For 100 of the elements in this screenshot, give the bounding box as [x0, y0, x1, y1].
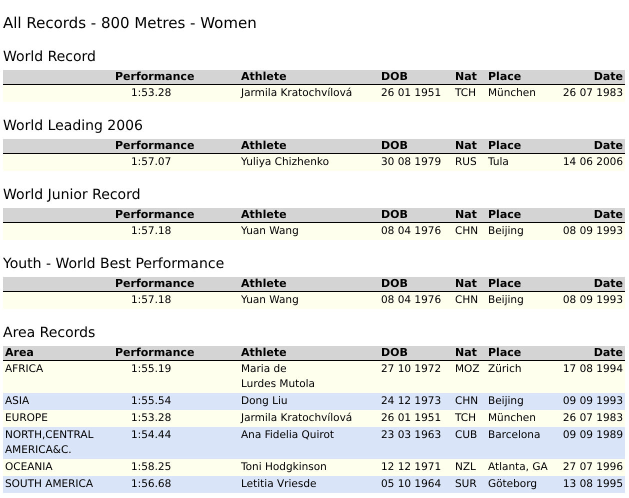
table-cell: 09 09 1993	[562, 395, 623, 407]
table-cell: 17 08 1994	[562, 363, 623, 375]
table-cell: Yuan Wang	[241, 225, 299, 237]
column-header: Nat	[453, 208, 486, 222]
table-cell: 1:55.19	[131, 363, 172, 375]
table-cell: Beijing	[488, 294, 524, 306]
column-header: DOB	[379, 346, 453, 360]
column-header: Date	[554, 70, 625, 84]
table-cell: 26 01 1951	[381, 87, 442, 99]
column-header: Place	[486, 208, 554, 222]
column-header: Place	[486, 346, 554, 360]
table-cell: CHN	[455, 294, 478, 306]
column-header: DOB	[379, 139, 453, 154]
column-header: Performance	[113, 346, 239, 360]
table-cell: 1:58.25	[131, 461, 172, 473]
column-header: Athlete	[239, 139, 379, 154]
section-heading: Area Records	[3, 324, 96, 343]
column-header: Nat	[453, 139, 486, 154]
table-cell: Toni Hodgkinson	[241, 461, 327, 473]
table-cell: Barcelona	[488, 429, 540, 441]
table-cell: 1:55.54	[131, 395, 172, 407]
column-header: Place	[486, 139, 554, 154]
table-cell: 30 08 1979	[381, 156, 442, 168]
table-cell: Maria de Lurdes Mutola	[241, 363, 315, 390]
column-header: Performance	[113, 277, 239, 292]
column-header: Place	[486, 70, 554, 84]
column-header: DOB	[379, 277, 453, 292]
table-cell: NORTH,CENTRAL AMERICA&C.	[5, 429, 94, 456]
table-cell: CUB	[455, 429, 478, 441]
column-header: Area	[3, 346, 113, 360]
table-cell: 08 09 1993	[562, 225, 623, 237]
table-cell: 1:57.18	[131, 225, 172, 237]
column-header: Date	[554, 139, 625, 154]
table-cell: Dong Liu	[241, 395, 288, 407]
table-cell: Jarmila Kratochvílová	[241, 412, 352, 424]
table-cell: 1:53.28	[131, 412, 172, 424]
table-cell: 1:57.07	[131, 156, 172, 168]
table-cell: Zürich	[488, 363, 522, 375]
column-header: Nat	[453, 70, 486, 84]
table-cell: TCH	[455, 87, 476, 99]
table-cell: Yuan Wang	[241, 294, 299, 306]
table-cell: 13 08 1995	[562, 478, 623, 490]
table-cell: SOUTH AMERICA	[5, 478, 94, 490]
column-header: Athlete	[239, 70, 379, 84]
table-cell: 09 09 1989	[562, 429, 623, 441]
table-cell: SUR	[455, 478, 477, 490]
table-cell: 08 04 1976	[381, 225, 442, 237]
column-header: Nat	[453, 346, 486, 360]
table-cell: 12 12 1971	[381, 461, 442, 473]
table-cell: Jarmila Kratochvílová	[241, 87, 352, 99]
table-cell: CHN	[455, 225, 478, 237]
table-cell: Beijing	[488, 395, 524, 407]
column-header: Date	[554, 208, 625, 222]
table-cell: 08 09 1993	[562, 294, 623, 306]
column-header: Performance	[113, 139, 239, 154]
table-cell: CHN	[455, 395, 478, 407]
table-cell: 1:57.18	[131, 294, 172, 306]
column-header: Athlete	[239, 208, 379, 222]
column-header: Athlete	[239, 346, 379, 360]
column-header: Nat	[453, 277, 486, 292]
table-cell: ASIA	[5, 395, 30, 407]
column-header: DOB	[379, 70, 453, 84]
column-header: Place	[486, 277, 554, 292]
section-heading: World Junior Record	[3, 186, 140, 205]
table-cell: Letitia Vriesde	[241, 478, 316, 490]
column-header: Athlete	[239, 277, 379, 292]
table-cell: 1:56.68	[131, 478, 172, 490]
table-cell: Atlanta, GA	[488, 461, 548, 473]
table-cell: München	[488, 412, 536, 424]
table-cell: 14 06 2006	[562, 156, 623, 168]
table-cell: Beijing	[488, 225, 524, 237]
table-cell: 1:53.28	[131, 87, 172, 99]
table-cell: Yuliya Chizhenko	[241, 156, 329, 168]
table-cell: EUROPE	[5, 412, 48, 424]
table-cell: 27 10 1972	[381, 363, 442, 375]
table-cell: 08 04 1976	[381, 294, 442, 306]
section-heading: Youth - World Best Performance	[3, 255, 224, 274]
table-cell: 05 10 1964	[381, 478, 442, 490]
table-cell: 26 07 1983	[562, 87, 623, 99]
table-cell: 27 07 1996	[562, 461, 623, 473]
table-cell: TCH	[455, 412, 476, 424]
table-cell: 26 01 1951	[381, 412, 442, 424]
column-header: Date	[554, 346, 625, 360]
column-header: Performance	[113, 70, 239, 84]
table-cell: AFRICA	[5, 363, 44, 375]
column-header: DOB	[379, 208, 453, 222]
table-cell: Göteborg	[488, 478, 538, 490]
section-heading: World Record	[3, 48, 96, 67]
table-cell: RUS	[455, 156, 477, 168]
page-title: All Records - 800 Metres - Women	[3, 13, 257, 33]
section-heading: World Leading 2006	[3, 117, 143, 136]
column-header: Date	[554, 277, 625, 292]
table-cell: München	[488, 87, 536, 99]
table-cell: MOZ	[455, 363, 480, 375]
table-cell: OCEANIA	[5, 461, 53, 473]
table-cell: 26 07 1983	[562, 412, 623, 424]
column-header: Performance	[113, 208, 239, 222]
table-cell: 1:54.44	[131, 429, 172, 441]
table-cell: Ana Fidelia Quirot	[241, 429, 334, 441]
table-cell: NZL	[455, 461, 476, 473]
